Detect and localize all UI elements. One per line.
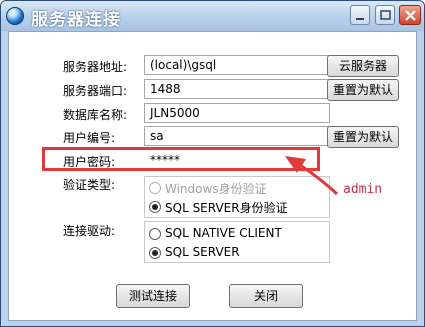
annotation-text: admin [343, 182, 383, 197]
server-connection-window: 服务器连接 服务器地址: (local)\gsql 云服务器 服务器端口: 14… [0, 0, 425, 327]
annotation-arrow-icon [285, 156, 339, 196]
